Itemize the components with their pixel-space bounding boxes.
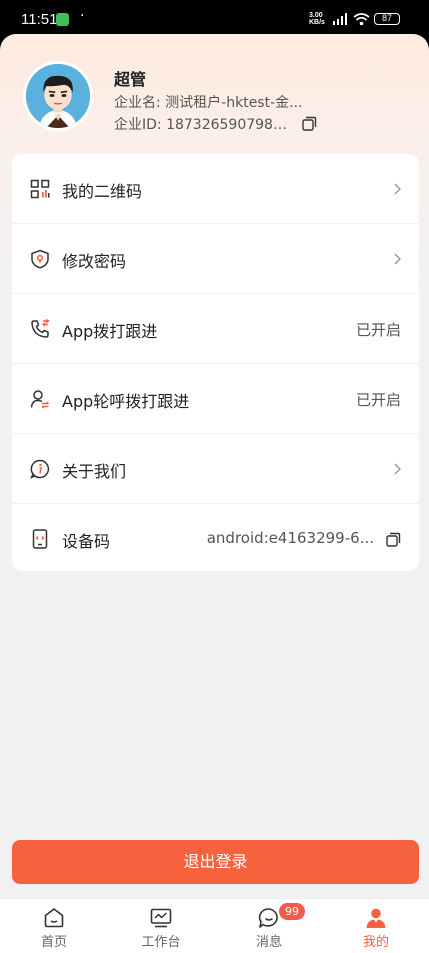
tab-home[interactable]: 首页 (14, 907, 94, 951)
shield-lock-icon (31, 249, 49, 269)
tab-label: 消息 (255, 935, 282, 950)
menu-item-label: 修改密码 (62, 252, 127, 271)
qrcode-icon (30, 179, 50, 199)
net-speed-value: 3.00 (309, 12, 323, 19)
profile-icon (366, 908, 386, 928)
status-bar: 11:51 · 3.00 KB/s 87 (0, 0, 429, 34)
user-switch-icon (30, 390, 49, 409)
menu-item-label: 关于我们 (62, 462, 127, 481)
tab-label: 首页 (40, 935, 67, 950)
battery-icon: 87 (374, 13, 400, 25)
logout-button[interactable]: 退出登录 (12, 840, 419, 884)
copy-icon[interactable] (302, 116, 317, 131)
menu-item-app-round-call[interactable]: App轮呼拨打跟进 已开启 (12, 364, 419, 434)
status-dot: · (80, 8, 85, 24)
user-name: 超管 (114, 70, 147, 89)
copy-icon[interactable] (386, 532, 401, 547)
signal-icon (333, 13, 347, 25)
chevron-right-icon (394, 253, 401, 265)
menu-item-qrcode[interactable]: 我的二维码 (12, 154, 419, 224)
menu-item-label: 我的二维码 (62, 182, 143, 201)
menu-item-change-password[interactable]: 修改密码 (12, 224, 419, 294)
message-icon (258, 908, 278, 928)
company-name: 企业名: 测试租户-hktest-金... (114, 95, 303, 111)
enterprise-id: 企业ID: 1873265907981... (114, 117, 292, 133)
settings-menu: 我的二维码 修改密码 App拨打跟进 已开启 App轮呼拨打跟进 已开启 关于我… (12, 154, 419, 571)
message-app-icon (56, 13, 69, 26)
user-avatar-icon[interactable] (23, 61, 93, 131)
menu-item-label: 设备码 (62, 532, 111, 551)
tab-mine[interactable]: 我的 (336, 907, 416, 951)
menu-item-device-code[interactable]: 设备码 android:e4163299-6... (12, 504, 419, 574)
menu-item-about-us[interactable]: 关于我们 (12, 434, 419, 504)
home-icon (44, 908, 64, 928)
bottom-tab-bar: 首页 工作台 消息 我的 (0, 898, 429, 953)
net-speed: 3.00 KB/s (309, 12, 325, 26)
tab-workbench[interactable]: 工作台 (121, 907, 201, 951)
tab-label: 工作台 (141, 935, 181, 950)
net-speed-unit: KB/s (309, 19, 325, 26)
info-icon (30, 459, 50, 479)
status-value: 已开启 (355, 391, 401, 409)
device-code-value: android:e4163299-6... (206, 529, 374, 547)
chevron-right-icon (394, 463, 401, 475)
status-time: 11:51 (21, 11, 58, 28)
menu-item-app-call-followup[interactable]: App拨打跟进 已开启 (12, 294, 419, 364)
device-code-icon (32, 529, 48, 549)
tab-label: 我的 (362, 935, 389, 950)
phone-call-icon (31, 319, 50, 338)
wifi-icon (353, 13, 370, 26)
menu-item-label: App轮呼拨打跟进 (62, 392, 190, 411)
chevron-right-icon (394, 183, 401, 195)
profile-screen: 超管 企业名: 测试租户-hktest-金... 企业ID: 187326590… (0, 34, 429, 953)
menu-item-label: App拨打跟进 (62, 322, 158, 341)
message-badge: 99 (279, 903, 305, 920)
workbench-icon (150, 908, 172, 928)
status-value: 已开启 (355, 321, 401, 339)
